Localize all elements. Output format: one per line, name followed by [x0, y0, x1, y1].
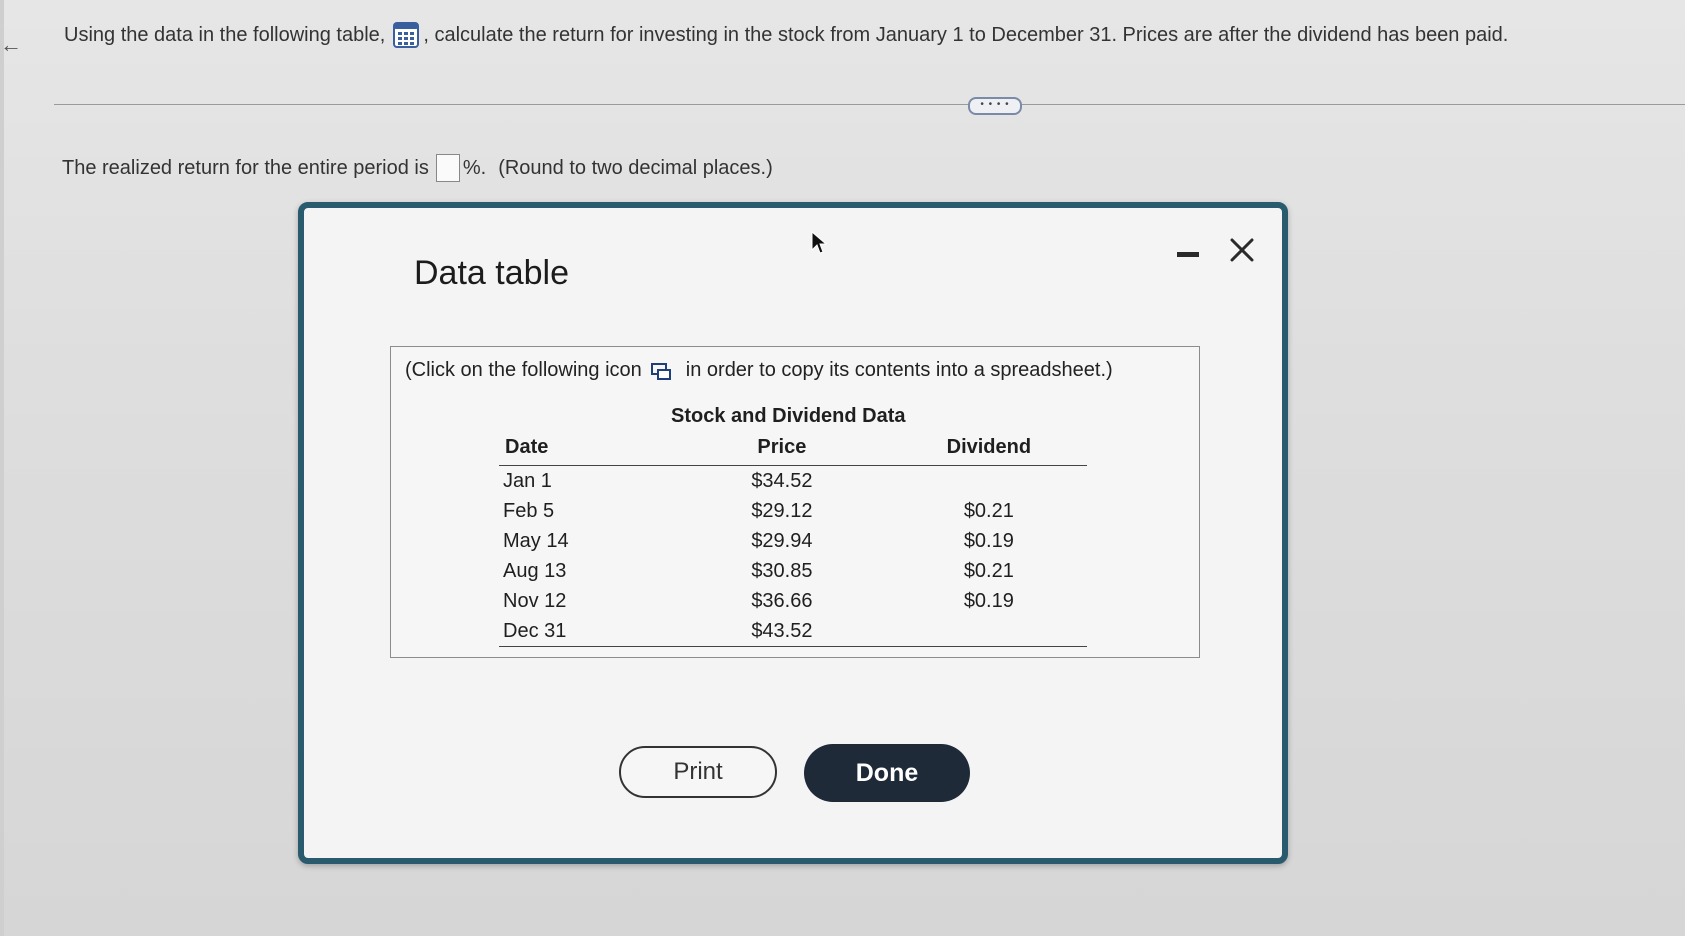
cell-price: $36.66: [751, 590, 813, 612]
table-row: Dec 31 $43.52: [499, 616, 1087, 647]
cell-price: $43.52: [673, 616, 891, 647]
cell-price: $29.12: [751, 500, 813, 522]
left-edge-panel: [0, 0, 4, 936]
question-text-before: Using the data in the following table,: [64, 23, 386, 46]
header-price: Price: [673, 435, 891, 466]
copy-note-before: (Click on the following icon: [405, 359, 642, 381]
modal-title: Data table: [414, 254, 569, 292]
cell-date: Aug 13: [503, 560, 567, 582]
table-row: Nov 12 $36.66 $0.19: [499, 586, 1087, 616]
cell-date: Feb 5: [503, 500, 555, 522]
data-table-modal: Data table (Click on the following icon …: [298, 202, 1288, 864]
table-caption: Stock and Dividend Data: [671, 405, 906, 427]
cell-dividend: $0.19: [963, 590, 1014, 612]
minimize-icon[interactable]: [1177, 252, 1199, 257]
mouse-cursor-icon: [811, 230, 828, 254]
question-text: Using the data in the following table, ,…: [64, 22, 1508, 48]
page-background: ← Using the data in the following table,…: [0, 0, 1685, 936]
close-icon[interactable]: [1226, 234, 1258, 266]
answer-text-before: The realized return for the entire perio…: [62, 156, 429, 179]
cell-dividend: $0.21: [963, 560, 1014, 582]
cell-dividend: $0.21: [963, 500, 1014, 522]
header-date: Date: [499, 435, 674, 466]
back-arrow-icon[interactable]: ←: [0, 34, 22, 56]
cell-date: Nov 12: [503, 590, 567, 612]
copy-spreadsheet-icon[interactable]: [650, 361, 672, 381]
more-options-button[interactable]: • • • •: [968, 97, 1022, 115]
cell-dividend: [891, 466, 1087, 497]
table-row: Jan 1 $34.52: [499, 466, 1087, 497]
section-divider: [54, 104, 1685, 105]
cell-date: Dec 31: [499, 616, 674, 647]
cell-date: May 14: [503, 530, 569, 552]
stock-dividend-table: Date Price Dividend Jan 1 $34.52 Feb 5 $…: [499, 435, 1087, 647]
cell-price: $34.52: [751, 470, 813, 492]
table-row: May 14 $29.94 $0.19: [499, 526, 1087, 556]
answer-line: The realized return for the entire perio…: [62, 154, 773, 182]
cell-dividend: $0.19: [963, 530, 1014, 552]
data-table-container: (Click on the following icon in order to…: [390, 346, 1200, 658]
done-button[interactable]: Done: [804, 744, 970, 802]
question-text-after: , calculate the return for investing in …: [423, 23, 1509, 46]
print-button[interactable]: Print: [619, 746, 777, 798]
table-row: Aug 13 $30.85 $0.21: [499, 556, 1087, 586]
copy-note-after: in order to copy its contents into a spr…: [685, 359, 1113, 381]
table-header-row: Date Price Dividend: [499, 435, 1087, 466]
answer-suffix: %.: [462, 156, 487, 179]
cell-date: Jan 1: [503, 470, 552, 492]
realized-return-input[interactable]: [435, 154, 460, 182]
cell-dividend: [890, 616, 1087, 647]
cell-price: $30.85: [751, 560, 813, 582]
table-row: Feb 5 $29.12 $0.21: [499, 496, 1087, 526]
cell-price: $29.94: [751, 530, 813, 552]
header-dividend: Dividend: [890, 435, 1087, 466]
copy-instructions: (Click on the following icon in order to…: [405, 359, 1113, 382]
answer-hint: (Round to two decimal places.): [498, 156, 773, 179]
table-grid-icon[interactable]: [393, 22, 420, 48]
